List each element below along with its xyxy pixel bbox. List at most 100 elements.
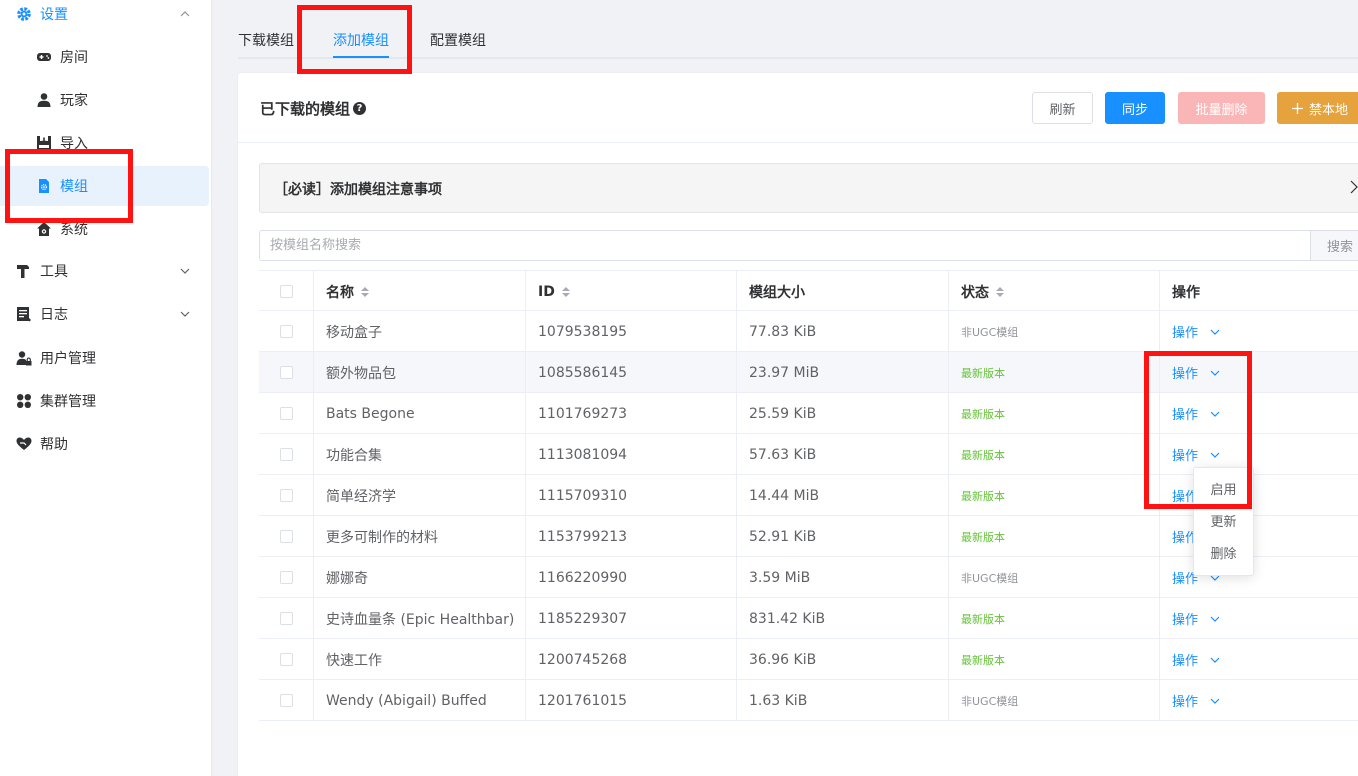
mod-size-cell: 36.96 KiB [737,639,949,680]
mod-status: 非UGC模组 [961,571,1019,585]
tab-active-indicator [333,56,389,58]
actions-dropdown-trigger[interactable]: 操作 [1172,363,1220,382]
mod-size-cell: 3.59 MiB [737,557,949,598]
row-checkbox[interactable] [279,612,293,625]
chevron-down-icon [1204,614,1220,624]
dropdown-item-delete[interactable]: 删除 [1194,536,1253,568]
header-id[interactable]: ID [526,271,737,312]
mod-size: 77.83 KiB [749,323,817,340]
sidebar-item-label: 帮助 [40,437,68,453]
mod-status: 最新版本 [961,653,1005,667]
refresh-button[interactable]: 刷新 [1032,92,1093,124]
mod-size: 57.63 KiB [749,446,817,463]
select-cell [259,598,314,639]
mod-id: 1113081094 [538,446,628,463]
mod-name-cell: Wendy (Abigail) Buffed [314,680,526,721]
table-row: Bats Begone 1101769273 25.59 KiB 最新版本 操作 [259,393,1358,434]
row-checkbox[interactable] [279,489,293,502]
mod-status-cell: 最新版本 [949,598,1160,639]
actions-label: 操作 [1172,408,1199,423]
sync-button[interactable]: 同步 [1105,92,1165,124]
sort-icon [995,286,1005,298]
sidebar-item-tools[interactable]: 工具 [0,251,212,291]
chevron-down-icon [1204,368,1220,378]
actions-dropdown-trigger[interactable]: 操作 [1172,691,1220,710]
chevron-down-icon [1204,696,1220,706]
mod-size-cell: 57.63 KiB [737,434,949,475]
mod-status: 非UGC模组 [961,325,1019,339]
mod-size-cell: 77.83 KiB [737,311,949,352]
header-name[interactable]: 名称 [314,271,526,312]
actions-dropdown-menu: 启用 更新 删除 [1193,467,1254,576]
sidebar-item-logs[interactable]: 日志 [0,294,212,334]
help-icon[interactable]: ? [353,102,367,115]
dropdown-item-update[interactable]: 更新 [1194,504,1253,536]
sidebar-item-import[interactable]: 导入 [0,123,209,163]
mod-id: 1085586145 [538,364,628,381]
mod-id: 1153799213 [538,528,628,545]
row-checkbox[interactable] [279,571,293,584]
search-input[interactable] [260,231,1310,260]
mod-name-cell: 更多可制作的材料 [314,516,526,557]
row-checkbox[interactable] [279,653,293,666]
sidebar-item-help[interactable]: 帮助 [0,424,212,464]
header-status[interactable]: 状态 [949,271,1160,312]
sidebar-item-label: 集群管理 [40,394,96,410]
tab-configure-mods[interactable]: 配置模组 [430,30,486,50]
batch-delete-button[interactable]: 批量删除 [1178,92,1265,124]
mod-name-cell: 功能合集 [314,434,526,475]
tab-download-mods[interactable]: 下载模组 [238,30,294,50]
sidebar-item-mods[interactable]: 模组 [0,166,209,206]
sidebar-item-settings[interactable]: 设置 [0,0,212,34]
actions-dropdown-trigger[interactable]: 操作 [1172,445,1220,464]
mod-actions-cell: 操作 [1160,557,1358,598]
row-checkbox[interactable] [279,325,293,338]
actions-label: 操作 [1172,695,1199,710]
mod-name: 史诗血量条 (Epic Healthbar) [326,611,515,628]
row-checkbox[interactable] [279,530,293,543]
row-checkbox[interactable] [279,694,293,707]
actions-dropdown-trigger[interactable]: 操作 [1172,609,1220,628]
sidebar-item-cluster-management[interactable]: 集群管理 [0,381,212,421]
table-header-row: 名称 ID 模组大小 状态 操作 [259,270,1358,312]
mod-actions-cell: 操作 [1160,680,1358,721]
actions-dropdown-trigger[interactable]: 操作 [1172,404,1220,423]
mod-name-cell: 快速工作 [314,639,526,680]
table-row: 快速工作 1200745268 36.96 KiB 最新版本 操作 [259,639,1358,680]
plus-icon [1292,102,1303,114]
tab-add-mods[interactable]: 添加模组 [333,30,389,50]
mod-name: 移动盒子 [326,324,382,341]
actions-label: 操作 [1172,449,1199,464]
mod-status-cell: 非UGC模组 [949,311,1160,352]
sidebar-item-player[interactable]: 玩家 [0,80,209,120]
mod-id: 1201761015 [538,692,628,709]
notice-title: ［必读］添加模组注意事项 [274,182,442,198]
header-label: ID [538,283,555,300]
row-checkbox[interactable] [279,366,293,379]
notice-collapse[interactable]: ［必读］添加模组注意事项 [259,163,1358,213]
mod-size-cell: 25.59 KiB [737,393,949,434]
mod-status: 最新版本 [961,489,1005,503]
actions-dropdown-trigger[interactable]: 操作 [1172,322,1220,341]
select-all-checkbox[interactable] [279,285,293,298]
sidebar-item-label: 模组 [60,179,88,195]
dropdown-item-enable[interactable]: 启用 [1194,472,1253,504]
home-gear-icon [36,221,52,237]
ban-local-button[interactable]: 禁本地 [1277,92,1358,124]
mod-size: 25.59 KiB [749,405,817,422]
sidebar-item-system[interactable]: 系统 [0,209,209,249]
mod-name-cell: 额外物品包 [314,352,526,393]
sidebar-item-user-management[interactable]: 用户管理 [0,338,212,378]
search-bar: 搜索 [259,230,1358,261]
mod-id: 1200745268 [538,651,628,668]
mod-id-cell: 1153799213 [526,516,737,557]
header-label: 名称 [326,284,354,301]
actions-dropdown-trigger[interactable]: 操作 [1172,650,1220,669]
table-row: 移动盒子 1079538195 77.83 KiB 非UGC模组 操作 [259,311,1358,352]
sidebar-item-label: 系统 [60,222,88,238]
search-button[interactable]: 搜索 [1310,231,1358,260]
row-checkbox[interactable] [279,407,293,420]
row-checkbox[interactable] [279,448,293,461]
mod-name: 功能合集 [326,447,382,464]
sidebar-item-room[interactable]: 房间 [0,37,209,77]
